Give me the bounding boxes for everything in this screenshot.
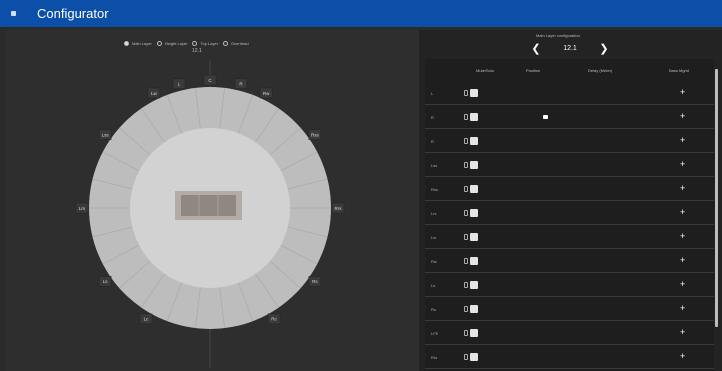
chevron-left-icon[interactable]: ❮ [530, 42, 542, 55]
speaker-label: Rw [263, 91, 270, 96]
table-header: Mute/Solo Position Delay (Meter) Bass Mg… [425, 59, 714, 85]
config-panel: Main Layer configuration ❮ 12.1 ❯ Mute/S… [419, 30, 722, 371]
speaker-label: Rc [271, 317, 277, 322]
speaker-label: Lw [431, 235, 437, 240]
column-header: Position [526, 68, 541, 73]
solo-toggle[interactable] [470, 161, 478, 169]
mute-toggle[interactable] [464, 330, 468, 336]
table-row[interactable]: LFE + [425, 325, 714, 345]
mute-toggle[interactable] [464, 306, 468, 312]
speaker-label: R [431, 115, 434, 120]
menu-icon[interactable] [11, 11, 16, 16]
table-row[interactable]: R + [425, 133, 714, 153]
config-selector: ❮ 12.1 ❯ [530, 42, 610, 55]
add-button[interactable]: + [680, 111, 685, 121]
speaker-ring: CL RLw RwLss RssLrs RrsLs RsLc Rc [75, 60, 345, 368]
speaker-label: Lc [144, 317, 150, 322]
mute-toggle[interactable] [464, 210, 468, 216]
add-button[interactable]: + [680, 303, 685, 313]
table-row[interactable]: Rw + [425, 253, 714, 273]
scrollbar[interactable] [715, 69, 718, 327]
app-title: Configurator [37, 6, 109, 21]
mute-toggle[interactable] [464, 186, 468, 192]
speaker-label: Rrs [431, 355, 438, 360]
mute-toggle[interactable] [464, 258, 468, 264]
add-button[interactable]: + [680, 207, 685, 217]
table-row[interactable]: Rss + [425, 181, 714, 201]
solo-toggle[interactable] [470, 305, 478, 313]
add-button[interactable]: + [680, 231, 685, 241]
speaker-label: Rss [311, 132, 319, 137]
config-label: Main Layer configuration [536, 33, 580, 38]
speaker-label: R [431, 139, 434, 144]
table-row[interactable]: Ls + [425, 277, 714, 297]
speaker-label: Lss [102, 132, 110, 137]
mute-toggle[interactable] [464, 138, 468, 144]
speaker-label: Ls [103, 279, 109, 284]
speaker-label: Rrs [335, 206, 343, 211]
solo-toggle[interactable] [470, 137, 478, 145]
speaker-label: Rs [431, 307, 436, 312]
chevron-right-icon[interactable]: ❯ [598, 42, 610, 55]
add-button[interactable]: + [680, 327, 685, 337]
mute-toggle[interactable] [464, 162, 468, 168]
speaker-label: Lw [151, 91, 158, 96]
mute-toggle[interactable] [464, 114, 468, 120]
table-row[interactable]: Lw + [425, 229, 714, 249]
solo-toggle[interactable] [470, 257, 478, 265]
mute-toggle[interactable] [464, 90, 468, 96]
table-row[interactable]: L + [425, 85, 714, 105]
add-button[interactable]: + [680, 135, 685, 145]
add-button[interactable]: + [680, 279, 685, 289]
solo-toggle[interactable] [470, 89, 478, 97]
solo-toggle[interactable] [470, 113, 478, 121]
solo-toggle[interactable] [470, 281, 478, 289]
column-header: Bass Mgmt [669, 68, 690, 73]
speaker-label: Rw [431, 259, 437, 264]
add-button[interactable]: + [680, 159, 685, 169]
mute-toggle[interactable] [464, 354, 468, 360]
speaker-label: Rs [312, 279, 318, 284]
speaker-label: Rss [431, 187, 438, 192]
speaker-table: Mute/Solo Position Delay (Meter) Bass Mg… [425, 59, 714, 371]
stage-screen-inner [181, 195, 236, 216]
table-row[interactable]: Lss + [425, 157, 714, 177]
position-marker [543, 115, 548, 119]
solo-toggle[interactable] [470, 209, 478, 217]
column-header: Delay (Meter) [588, 68, 613, 73]
add-button[interactable]: + [680, 255, 685, 265]
table-row[interactable]: R + [425, 109, 714, 129]
solo-toggle[interactable] [470, 233, 478, 241]
speaker-label: Ls [431, 283, 436, 288]
table-row[interactable]: Lrs + [425, 205, 714, 225]
table-row[interactable]: Rs + [425, 301, 714, 321]
solo-toggle[interactable] [470, 329, 478, 337]
solo-toggle[interactable] [470, 185, 478, 193]
speaker-label: Lss [431, 163, 438, 168]
add-button[interactable]: + [680, 351, 685, 361]
add-button[interactable]: + [680, 183, 685, 193]
speaker-label: L [431, 91, 434, 96]
mute-toggle[interactable] [464, 234, 468, 240]
column-header: Mute/Solo [476, 68, 495, 73]
mute-toggle[interactable] [464, 282, 468, 288]
table-row[interactable]: Rrs + [425, 349, 714, 369]
solo-toggle[interactable] [470, 353, 478, 361]
title-bar: Configurator [0, 0, 722, 27]
add-button[interactable]: + [680, 87, 685, 97]
speaker-label: LFE [431, 331, 439, 336]
speaker-label: Lrs [79, 206, 86, 211]
config-value: 12.1 [563, 44, 577, 52]
speaker-viewer: Main Layer Height Layer Top Layer Overhe… [5, 30, 416, 371]
speaker-label: Lrs [431, 211, 437, 216]
app-body: Main Layer Height Layer Top Layer Overhe… [5, 30, 722, 371]
